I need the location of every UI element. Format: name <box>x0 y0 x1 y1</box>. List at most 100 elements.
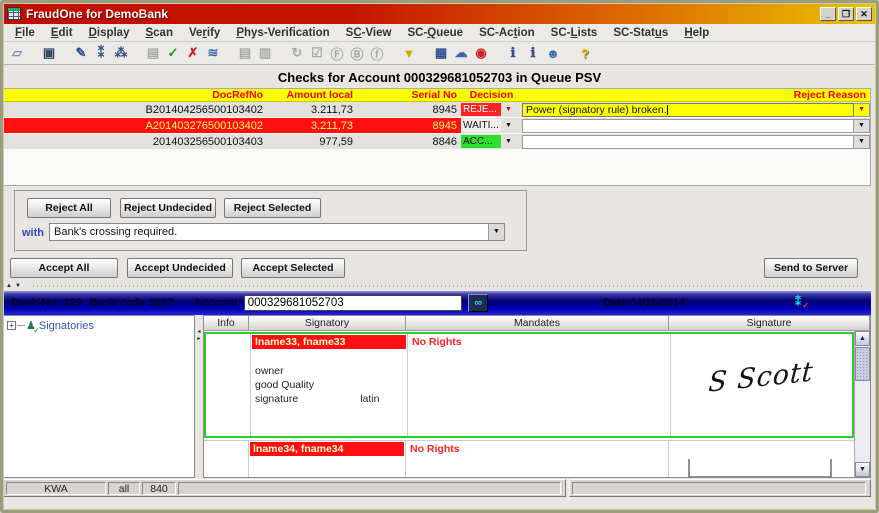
info-cell <box>204 441 249 478</box>
reject-signatory-icon[interactable]: ✗ <box>184 44 202 62</box>
menu-sc-queue[interactable]: SC-Queue <box>399 27 471 39</box>
signatories-tree-root[interactable]: + ♟✓ Signatories <box>7 319 194 332</box>
serial-cell: 8846 <box>357 134 461 149</box>
eraser-icon[interactable]: ▱ <box>8 44 26 62</box>
info-add-icon[interactable]: ℹ <box>524 44 542 62</box>
menu-verify[interactable]: Verify <box>181 27 228 39</box>
reload-icon: ↻ <box>288 44 306 62</box>
queue-stats-icon[interactable]: ▦ <box>432 44 450 62</box>
reject-reason-combobox[interactable]: Bank's crossing required. ▼ <box>49 223 505 241</box>
date-group: Date 04/25/2014 <box>603 297 685 309</box>
app-icon <box>7 7 21 20</box>
minimize-button[interactable]: _ <box>820 7 836 21</box>
accept-signatory-icon[interactable]: ✓ <box>164 44 182 62</box>
reject-panel: Reject All Reject Undecided Reject Selec… <box>14 190 528 252</box>
reject-reason-field[interactable] <box>522 135 854 149</box>
signatory-pair-icon[interactable]: ⁑ <box>92 44 110 62</box>
account-bar: Bank-No. 329 Bank code 3297 Account ∞ Da… <box>3 291 871 315</box>
menu-file[interactable]: File <box>7 27 43 39</box>
scroll-up-icon[interactable]: ▲ <box>855 331 870 346</box>
checks-table-header: DocRefNo Amount local Serial No Decision… <box>4 89 870 102</box>
scan-monitor-icon[interactable]: ▣ <box>40 44 58 62</box>
mandates-value: No Rights <box>406 441 668 455</box>
checks-table: DocRefNo Amount local Serial No Decision… <box>3 88 871 186</box>
signature-scrollbar[interactable]: ▲ ▼ <box>854 331 870 477</box>
status-bar-right <box>569 479 871 497</box>
tree-connector <box>17 325 25 326</box>
info-icon[interactable]: ℹ <box>504 44 522 62</box>
maximize-button[interactable]: ❐ <box>838 7 854 21</box>
window-title: FraudOne for DemoBank <box>26 7 818 21</box>
splitter-collapse-up-icon[interactable]: ▲ <box>6 282 12 290</box>
menu-phys-verification[interactable]: Phys-Verification <box>228 27 337 39</box>
vertical-splitter[interactable]: ◂▸ <box>195 315 203 478</box>
close-button[interactable]: ✕ <box>856 7 872 21</box>
reject-reason-cell: ▼ <box>522 134 870 149</box>
check-row-2[interactable]: A201403276500103402 3.211,73 8945 WAITI.… <box>4 118 870 134</box>
splitter-grip[interactable] <box>33 285 865 287</box>
scrollbar-thumb[interactable] <box>855 347 870 381</box>
decision-dropdown-icon[interactable]: ▼ <box>501 135 516 148</box>
signatories-globe-icon[interactable]: ☁ <box>452 44 470 62</box>
scroll-down-icon[interactable]: ▼ <box>855 462 870 477</box>
menu-sc-status[interactable]: SC-Status <box>605 27 676 39</box>
account-input[interactable] <box>244 295 462 311</box>
reject-reason-field[interactable] <box>522 119 854 133</box>
decision-dropdown-icon[interactable]: ▼ <box>501 119 516 132</box>
decision-value: REJE... <box>461 103 501 116</box>
signatory-edit-icon[interactable]: ✎ <box>72 44 90 62</box>
bank-no-label: Bank-No. <box>11 297 59 309</box>
decision-dropdown-icon[interactable]: ▼ <box>501 103 516 116</box>
signatory-table-header: Info Signatory Mandates Signature <box>204 316 870 331</box>
status-bar-left: KWA all 840 <box>3 479 566 497</box>
menu-bar: File Edit Display Scan Verify Phys-Verif… <box>3 24 876 42</box>
menu-edit[interactable]: Edit <box>43 27 81 39</box>
docrefno-cell: A201403276500103402 <box>4 118 267 133</box>
reject-reason-text: Power (signatory rule) broken. <box>526 104 667 116</box>
account-search-icon[interactable]: ∞ <box>468 294 488 312</box>
help-icon[interactable]: ? <box>576 44 594 62</box>
mandates-cell: No Rights <box>408 334 671 436</box>
menu-sc-lists[interactable]: SC-Lists <box>543 27 606 39</box>
queue-filter-icon[interactable]: ▼ <box>400 44 418 62</box>
cart-alert-icon[interactable]: ◉ <box>472 44 490 62</box>
sweep-queue-icon[interactable]: ≋ <box>204 44 222 62</box>
reason-dropdown-icon[interactable]: ▼ <box>854 119 870 133</box>
tree-expand-icon[interactable]: + <box>7 321 16 330</box>
combobox-dropdown-icon[interactable]: ▼ <box>488 224 504 240</box>
splitter-collapse-down-icon[interactable]: ▼ <box>15 282 21 290</box>
horizontal-splitter[interactable]: ▲ ▼ <box>3 282 871 290</box>
signatory-group-icon[interactable]: ⁂ <box>112 44 130 62</box>
check-row-1[interactable]: B201404256500103402 3.211,73 8945 REJE..… <box>4 102 870 118</box>
reject-reason-cell: Power (signatory rule) broken. ▼ <box>522 102 870 117</box>
col-decision: Decision <box>461 89 522 101</box>
reject-all-button[interactable]: Reject All <box>27 198 111 218</box>
signature-image: S Scott <box>680 353 841 401</box>
menu-display[interactable]: Display <box>81 27 138 39</box>
signatory-sort-icon[interactable]: ⁑✓ <box>789 295 807 311</box>
status-message <box>178 482 561 495</box>
reject-selected-button[interactable]: Reject Selected <box>224 198 321 218</box>
accept-undecided-button[interactable]: Accept Undecided <box>127 258 233 278</box>
reject-reason-field[interactable]: Power (signatory rule) broken. <box>522 103 854 117</box>
accept-all-button[interactable]: Accept All <box>10 258 118 278</box>
mandates-cell: No Rights <box>406 441 669 478</box>
signatory-row-2[interactable]: lname34, fname34 No Rights <box>204 440 854 478</box>
reason-dropdown-icon[interactable]: ▼ <box>854 103 870 117</box>
decision-cell: ACC... ▼ <box>461 134 522 149</box>
application-window: FraudOne for DemoBank _ ❐ ✕ File Edit Di… <box>0 0 879 513</box>
reject-undecided-button[interactable]: Reject Undecided <box>120 198 216 218</box>
reason-dropdown-icon[interactable]: ▼ <box>854 135 870 149</box>
menu-sc-view[interactable]: SC-View <box>338 27 400 39</box>
user-globe-icon[interactable]: ☻ <box>544 44 562 62</box>
menu-help[interactable]: Help <box>676 27 717 39</box>
copy-document-icon: ▥ <box>256 44 274 62</box>
check-row-3[interactable]: 201403256500103403 977,59 8846 ACC... ▼ … <box>4 134 870 150</box>
accept-selected-button[interactable]: Accept Selected <box>241 258 345 278</box>
signatory-name: lname33, fname33 <box>252 335 406 349</box>
send-to-server-button[interactable]: Send to Server <box>764 258 858 278</box>
menu-sc-action[interactable]: SC-Action <box>471 27 543 39</box>
date-label: Date <box>603 297 627 309</box>
signatory-row-1[interactable]: lname33, fname33 owner good Quality sign… <box>204 332 854 438</box>
menu-scan[interactable]: Scan <box>137 27 181 39</box>
